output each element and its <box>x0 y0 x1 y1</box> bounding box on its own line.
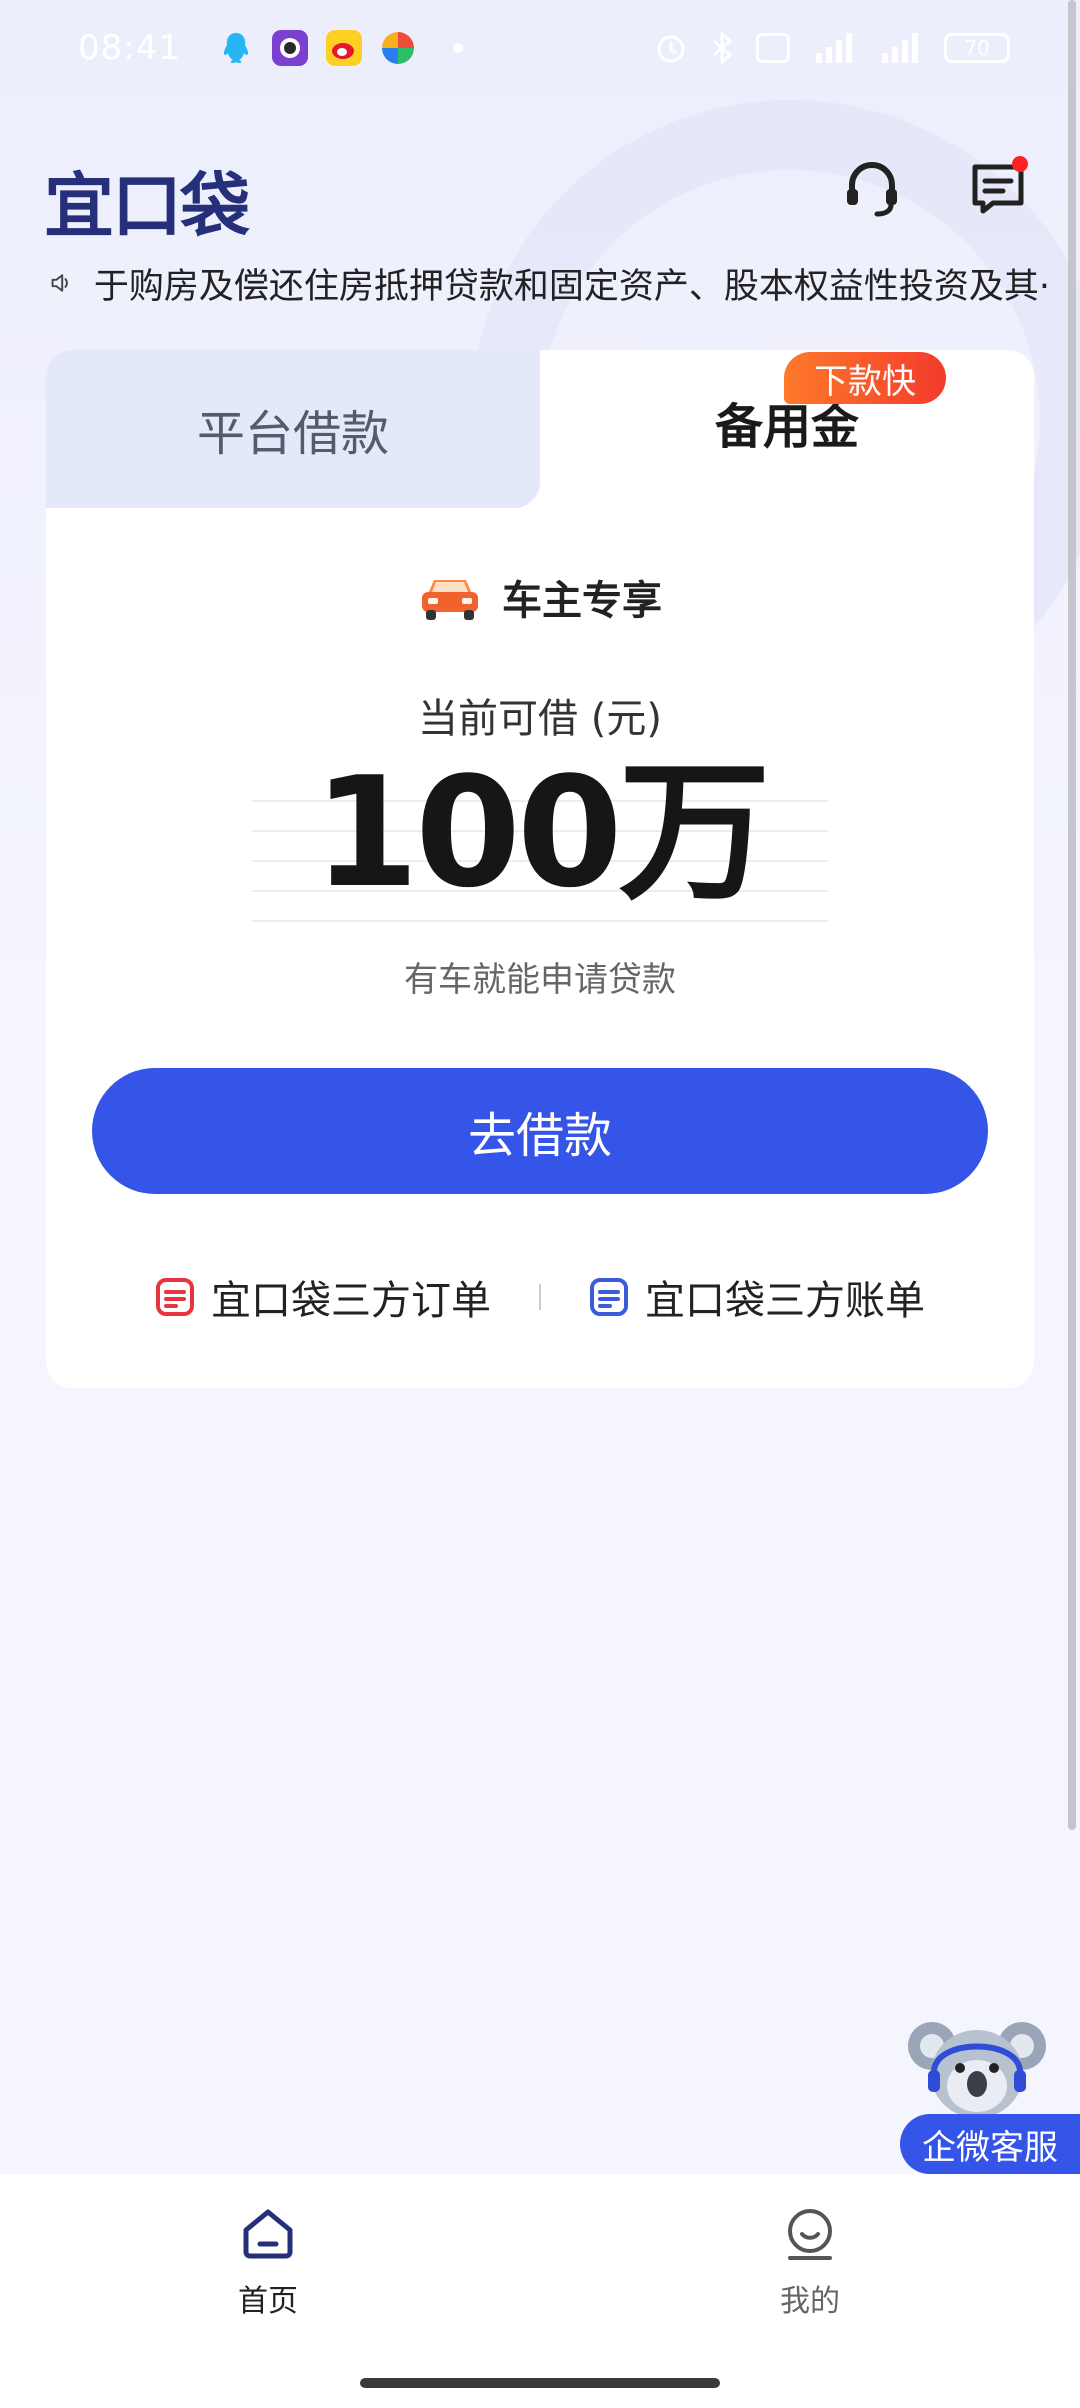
nav-profile[interactable]: 我的 <box>710 2206 910 2320</box>
browser-icon <box>381 32 414 64</box>
profile-icon <box>788 2209 832 2260</box>
home-indicator[interactable] <box>360 2378 720 2388</box>
koala-mascot-icon[interactable] <box>904 2012 1050 2126</box>
exclusive-text: 车主专享 <box>502 578 662 624</box>
nav-profile-label: 我的 <box>780 2284 840 2319</box>
home-icon <box>243 2209 293 2259</box>
nav-home[interactable]: 首页 <box>168 2206 368 2320</box>
unread-dot <box>1012 156 1028 172</box>
hd-icon <box>756 33 790 63</box>
notice-bar[interactable]: 于购房及偿还住房抵押贷款和固定资产、股本权益性投资及其· <box>50 258 1050 308</box>
bill-icon <box>590 1278 628 1316</box>
status-bar: 08:41 70 <box>0 0 1080 96</box>
alarm-icon <box>657 35 685 63</box>
borrow-button[interactable]: 去借款 <box>92 1068 988 1194</box>
third-party-bills-label: 宜口袋三方账单 <box>645 1278 925 1324</box>
message-button[interactable] <box>962 152 1034 224</box>
wechat-service-button[interactable]: 企微客服 <box>900 2114 1080 2174</box>
notification-icons <box>217 29 463 67</box>
app-logo: 宜口袋 <box>44 165 250 247</box>
link-divider <box>539 1284 541 1310</box>
order-links: 宜口袋三方订单 宜口袋三方账单 <box>46 1262 1034 1332</box>
scrollbar[interactable] <box>1068 0 1076 1830</box>
order-icon <box>156 1278 194 1316</box>
available-label: 当前可借 (元) <box>418 696 662 742</box>
headset-icon <box>847 162 897 217</box>
third-party-bills-link[interactable]: 宜口袋三方账单 <box>589 1268 925 1326</box>
tab-platform-loan[interactable]: 平台借款 <box>46 350 540 508</box>
battery-icon: 70 <box>944 33 1010 63</box>
exclusive-label: 车主专享 <box>46 568 1034 626</box>
qq-icon <box>223 33 249 63</box>
signal-2-icon <box>882 33 918 63</box>
customer-service-button[interactable] <box>836 152 908 224</box>
car-icon <box>422 580 478 620</box>
nav-home-label: 首页 <box>238 2284 298 2319</box>
status-time: 08:41 <box>78 28 181 68</box>
weibo-icon <box>325 30 362 66</box>
loan-card: 平台借款 备用金 车主专享 当前可借 (元) 100万 有车就能申请贷款 去借款… <box>46 350 1034 1388</box>
available-amount: 100万 <box>313 744 770 921</box>
notice-text: 于购房及偿还住房抵押贷款和固定资产、股本权益性投资及其· <box>93 266 1050 307</box>
third-party-orders-link[interactable]: 宜口袋三方订单 <box>155 1268 491 1326</box>
camera-app-icon <box>271 30 308 66</box>
signal-icon <box>816 33 852 63</box>
fast-payout-badge: 下款快 <box>784 352 946 404</box>
more-notifications-dot <box>452 43 463 53</box>
third-party-orders-label: 宜口袋三方订单 <box>211 1278 491 1324</box>
bottom-nav: 首页 我的 <box>0 2174 1080 2408</box>
speaker-icon <box>51 274 68 292</box>
bluetooth-icon <box>713 31 733 65</box>
loan-hint: 有车就能申请贷款 <box>404 960 676 1000</box>
system-icons: 70 <box>654 31 1010 65</box>
